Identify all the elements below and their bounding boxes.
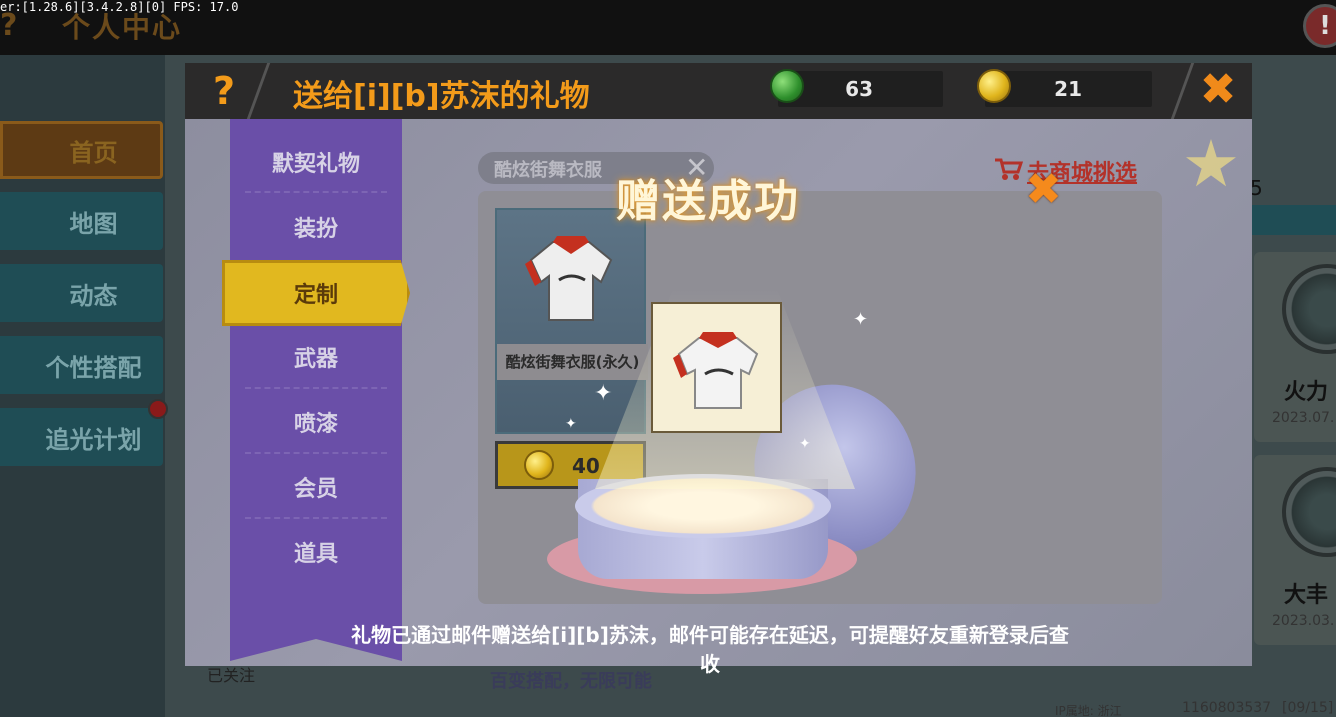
sidebar-item-label: 追光计划 <box>45 425 142 454</box>
category-divider <box>245 191 387 193</box>
sidebar-item-feed: 动态 <box>0 264 163 322</box>
sidebar-item-label: 首页 <box>69 138 118 167</box>
sidebar-item-home: 首页 <box>0 121 163 179</box>
category-label: 定制 <box>293 283 338 308</box>
category-weapon[interactable]: 武器 <box>230 332 402 382</box>
sidebar-item-label: 地图 <box>69 209 118 238</box>
category-item[interactable]: 道具 <box>230 527 402 577</box>
item-name: 酷炫街舞衣服(永久) <box>497 344 648 380</box>
background-card: 大丰 2023.03. <box>1254 455 1336 645</box>
coin-icon <box>524 450 554 480</box>
category-spray[interactable]: 喷漆 <box>230 397 402 447</box>
header-divider <box>246 63 271 119</box>
category-default-gift[interactable]: 默契礼物 <box>230 137 402 187</box>
card-name: 大丰 <box>1284 583 1329 608</box>
sparkle-icon: ✦ <box>799 436 811 452</box>
star-decoration <box>1186 139 1236 187</box>
category-vip[interactable]: 会员 <box>230 462 402 512</box>
sparkle-icon: ✦ <box>594 381 613 406</box>
debug-overlay: er:[1.28.6][3.4.2.8][0] FPS: 17.0 <box>0 0 239 14</box>
category-label: 喷漆 <box>293 412 338 437</box>
dialog-body: 默契礼物 装扮 定制 武器 喷漆 会员 道具 酷炫街舞衣服 ✕ 去商城挑选 酷炫… <box>185 119 1252 692</box>
gift-success-title: 赠送成功 <box>616 176 800 227</box>
dialog-header: ? 送给[i][b]苏沫的礼物 63 21 ✖ <box>185 63 1252 119</box>
shirt-icon <box>673 332 759 409</box>
background-right-strip <box>1250 205 1336 235</box>
category-divider <box>245 452 387 454</box>
gift-notice: 礼物已通过邮件赠送给[i][b]苏沫，邮件可能存在延迟，可提醒好友重新登录后查收 <box>351 623 1069 676</box>
card-date: 2023.03. <box>1272 613 1335 629</box>
category-label: 武器 <box>293 347 338 372</box>
item-price: 40 <box>572 454 600 478</box>
header-divider <box>1170 63 1195 119</box>
background-card: 火力 2023.07. <box>1254 252 1336 442</box>
sidebar-item-outfit: 个性搭配 <box>0 336 163 394</box>
sparkle-icon: ✦ <box>565 416 577 432</box>
dialog-close-button[interactable]: ✖ <box>1195 67 1241 113</box>
gem-counter: 63 <box>770 69 943 107</box>
category-divider <box>245 387 387 389</box>
category-label: 道具 <box>293 542 338 567</box>
medal-icon <box>1282 264 1336 354</box>
help-icon[interactable]: ? <box>213 69 235 113</box>
sidebar-item-label: 动态 <box>69 281 118 310</box>
coin-icon <box>977 69 1011 103</box>
item-card[interactable]: 酷炫街舞衣服(永久) <box>495 208 648 434</box>
date-fragment: [09/15] <box>1282 700 1334 716</box>
gem-value: 63 <box>845 77 873 101</box>
shirt-icon <box>509 220 633 340</box>
sidebar-item-map: 地图 <box>0 192 163 250</box>
user-id: 1160803537 <box>1182 700 1272 716</box>
coin-value: 21 <box>1054 77 1082 101</box>
coin-counter: 21 <box>977 69 1152 107</box>
category-label: 默契礼物 <box>271 152 360 177</box>
sparkle-icon: ✦ <box>853 309 869 330</box>
popup-close-button[interactable]: ✖ <box>1025 164 1062 215</box>
category-label: 会员 <box>293 477 338 502</box>
category-custom[interactable]: 定制 <box>222 260 410 326</box>
go-to-shop-link[interactable]: 去商城挑选 <box>993 154 1137 188</box>
category-divider <box>245 517 387 519</box>
card-date: 2023.07. <box>1272 410 1335 426</box>
cart-icon <box>993 154 1024 188</box>
ip-location: IP属地: 浙江 <box>1055 704 1122 717</box>
gift-dialog: ? 送给[i][b]苏沫的礼物 63 21 ✖ 默契礼物 装扮 定制 武器 喷漆… <box>185 63 1252 692</box>
notification-dot <box>148 399 168 419</box>
card-name: 火力 <box>1284 380 1329 405</box>
dialog-title: 送给[i][b]苏沫的礼物 <box>293 79 590 114</box>
sidebar-item-plan: 追光计划 <box>0 408 163 466</box>
category-outfit[interactable]: 装扮 <box>230 202 402 252</box>
sidebar-item-label: 个性搭配 <box>45 353 142 382</box>
gifted-item <box>651 302 782 433</box>
category-label: 装扮 <box>293 217 338 242</box>
gem-icon <box>770 69 804 103</box>
slogan: 百变搭配，无限可能 <box>490 671 652 692</box>
medal-icon <box>1282 467 1336 557</box>
